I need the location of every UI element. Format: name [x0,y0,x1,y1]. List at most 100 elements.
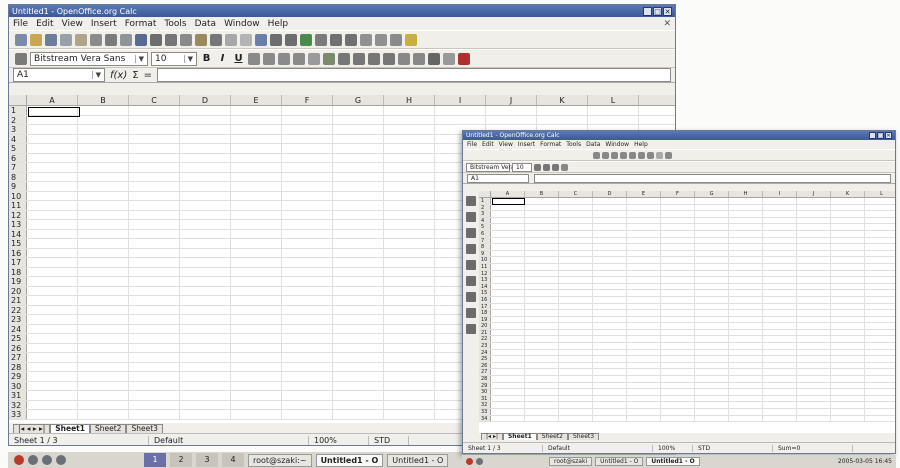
grid-cell[interactable] [831,409,865,415]
grid-cell[interactable] [559,336,593,343]
grid-cell[interactable] [729,237,763,244]
grid-cell[interactable] [627,362,661,369]
grid-cell[interactable] [231,296,282,305]
grid-cell[interactable] [763,415,797,422]
grid-cell[interactable] [831,382,865,389]
grid-cell[interactable] [797,270,831,277]
grid-cell[interactable] [333,315,384,324]
grid-cell[interactable] [831,343,865,349]
grid-cell[interactable] [231,220,282,229]
grid-cell[interactable] [491,316,525,323]
grid-cell[interactable] [525,415,559,422]
grid-cell[interactable] [180,400,231,409]
print-icon[interactable] [105,33,117,46]
row-header[interactable]: 6 [479,230,491,237]
grid-cell[interactable] [384,391,435,400]
grid-cell[interactable] [78,353,129,362]
function-wizard-icon[interactable]: f(x) [110,70,127,81]
row-header[interactable]: 7 [9,163,27,172]
grid-cell[interactable] [129,115,180,124]
grid-cell[interactable] [695,224,729,230]
column-header[interactable]: I [763,191,797,197]
column-header[interactable]: H [729,191,763,197]
grid-cell[interactable] [661,230,695,237]
small-menu-format[interactable]: Format [540,141,561,148]
grid-cell[interactable] [180,277,231,286]
grid-cell[interactable] [627,349,661,356]
grid-cell[interactable] [333,153,384,162]
grid-cell[interactable] [525,204,559,211]
cut-icon[interactable] [165,33,177,46]
row-header[interactable]: 14 [479,283,491,290]
grid-cell[interactable] [27,201,78,210]
grid-cell[interactable] [27,239,78,248]
grid-cell[interactable] [593,389,627,395]
grid-cell[interactable] [865,409,895,415]
grid-cell[interactable] [831,204,865,211]
small-open-icon[interactable] [602,151,609,159]
sum-icon[interactable]: Σ [132,70,138,81]
close-button[interactable]: ✕ [663,6,672,16]
grid-cell[interactable] [525,237,559,244]
grid-cell[interactable] [491,270,525,277]
grid-cell[interactable] [797,296,831,303]
grid-cell[interactable] [831,224,865,230]
grid-cell[interactable] [491,230,525,237]
small-tab-sheet2[interactable]: Sheet2 [536,433,568,440]
grid-cell[interactable] [559,369,593,376]
grid-cell[interactable] [333,258,384,267]
grid-cell[interactable] [180,315,231,324]
grid-cell[interactable] [797,217,831,224]
zoom-icon[interactable] [390,33,402,46]
grid-cell[interactable] [486,106,537,115]
grid-cell[interactable] [27,362,78,371]
grid-cell[interactable] [695,356,729,362]
column-header[interactable]: G [333,95,384,105]
row-header[interactable]: 26 [9,343,27,352]
add-decimal-icon[interactable] [368,52,380,65]
grid-cell[interactable] [661,270,695,277]
undo-icon[interactable] [225,33,237,46]
grid-cell[interactable] [384,201,435,210]
grid-cell[interactable] [763,283,797,290]
grid-cell[interactable] [559,257,593,263]
grid-cell[interactable] [559,263,593,270]
row-header[interactable]: 27 [479,369,491,375]
grid-cell[interactable] [763,369,797,376]
grid-cell[interactable] [763,329,797,336]
grid-cell[interactable] [661,415,695,422]
align-right-icon[interactable] [278,52,290,65]
column-header[interactable]: A [27,95,78,105]
grid-cell[interactable] [627,389,661,395]
grid-cell[interactable] [27,400,78,409]
grid-cell[interactable] [661,329,695,336]
grid-cell[interactable] [231,201,282,210]
grid-cell[interactable] [729,329,763,336]
grid-cell[interactable] [180,334,231,343]
grid-cell[interactable] [797,244,831,250]
column-header[interactable]: K [831,191,865,197]
grid-cell[interactable] [27,315,78,324]
copy-icon[interactable] [180,33,192,46]
grid-cell[interactable] [729,376,763,382]
grid-cell[interactable] [559,362,593,369]
grid-cell[interactable] [763,362,797,369]
grid-cell[interactable] [491,244,525,250]
row-header[interactable]: 12 [479,270,491,277]
grid-cell[interactable] [593,329,627,336]
grid-cell[interactable] [695,316,729,323]
close-document-icon[interactable]: ✕ [663,19,671,29]
grid-cell[interactable] [831,237,865,244]
grid-cell[interactable] [797,303,831,310]
grid-cell[interactable] [729,343,763,349]
grid-cell[interactable] [797,336,831,343]
grid-cell[interactable] [180,324,231,333]
menu-format[interactable]: Format [125,19,157,29]
grid-cell[interactable] [661,356,695,362]
row-header[interactable]: 18 [9,267,27,276]
grid-cell[interactable] [831,257,865,263]
grid-cell[interactable] [729,250,763,257]
grid-cell[interactable] [763,270,797,277]
grid-cell[interactable] [865,389,895,395]
grid-cell[interactable] [384,115,435,124]
